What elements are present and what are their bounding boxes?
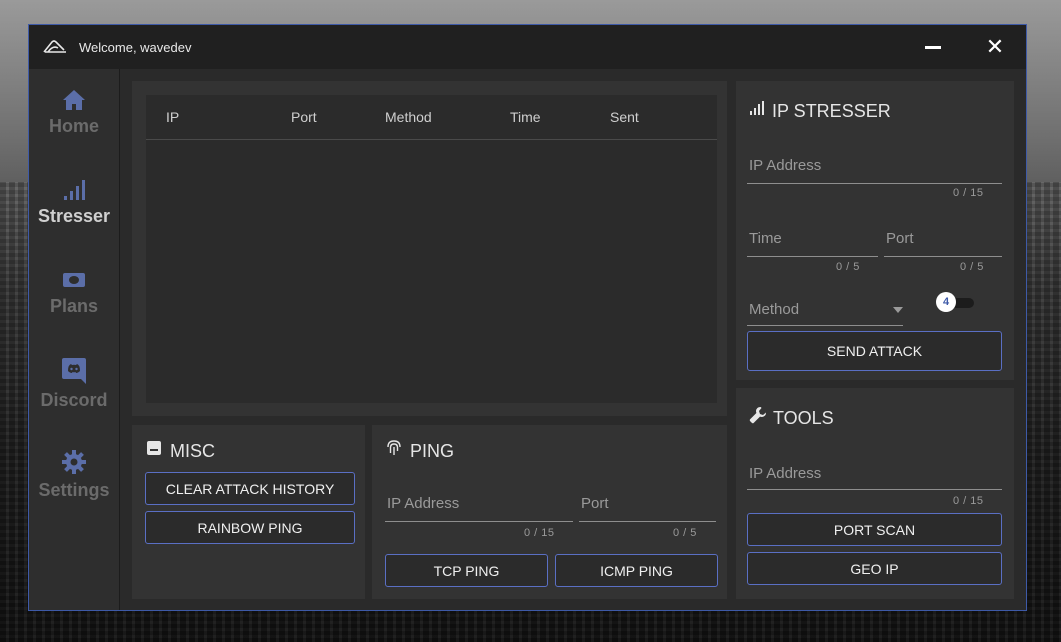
port-scan-button[interactable]: PORT SCAN — [747, 513, 1002, 546]
window-title: Welcome, wavedev — [79, 40, 192, 55]
misc-title: MISC — [170, 441, 215, 461]
sidebar-item-label: Home — [48, 116, 99, 136]
input-placeholder: IP Address — [387, 495, 460, 512]
icmp-ping-button[interactable]: ICMP PING — [555, 554, 718, 587]
stresser-ip-counter: 0 / 15 — [953, 187, 984, 199]
sidebar-item-discord[interactable]: Discord — [29, 357, 119, 411]
app-window: Welcome, wavedev ✕ Home Stresser Plans D… — [28, 24, 1027, 611]
close-button[interactable]: ✕ — [980, 33, 1010, 61]
sidebar-item-stresser[interactable]: Stresser — [29, 179, 119, 227]
clear-attack-history-button[interactable]: CLEAR ATTACK HISTORY — [145, 472, 355, 505]
ping-title: PING — [410, 441, 455, 461]
ping-panel: PING IP Address 0 / 15 Port 0 / 5 TCP PI… — [372, 425, 727, 599]
column-header-port[interactable]: Port — [291, 109, 317, 125]
stresser-port-counter: 0 / 5 — [960, 261, 984, 273]
signal-bars-icon — [750, 101, 764, 115]
geo-ip-button[interactable]: GEO IP — [747, 552, 1002, 585]
table-body — [146, 140, 717, 403]
column-header-ip[interactable]: IP — [166, 109, 179, 125]
attack-history-table: IP Port Method Time Sent — [146, 95, 717, 403]
rainbow-ping-button[interactable]: RAINBOW PING — [145, 511, 355, 544]
minimize-button[interactable] — [918, 33, 948, 61]
archive-icon — [147, 441, 161, 455]
history-panel: IP Port Method Time Sent — [132, 81, 727, 416]
select-placeholder: Method — [749, 301, 800, 318]
ping-port-counter: 0 / 5 — [673, 527, 697, 539]
toggle-knob: 4 — [936, 292, 956, 312]
sidebar-item-label: Plans — [49, 296, 99, 316]
column-header-sent[interactable]: Sent — [610, 109, 639, 125]
stresser-ip-input[interactable]: IP Address — [747, 155, 1002, 184]
minimize-icon — [925, 45, 941, 49]
sidebar-item-settings[interactable]: Settings — [29, 449, 119, 501]
send-attack-button[interactable]: SEND ATTACK — [747, 331, 1002, 371]
title-bar[interactable]: Welcome, wavedev ✕ — [29, 25, 1026, 69]
signal-bars-icon — [64, 180, 85, 200]
column-header-method[interactable]: Method — [385, 109, 432, 125]
ticket-icon — [63, 273, 85, 287]
input-placeholder: IP Address — [749, 465, 822, 482]
stresser-title: IP STRESSER — [772, 101, 891, 121]
sidebar-item-home[interactable]: Home — [29, 89, 119, 137]
tools-title: TOOLS — [773, 408, 834, 428]
sidebar-item-label: Settings — [38, 480, 110, 500]
method-toggle[interactable]: 4 — [936, 292, 976, 314]
sidebar-item-label: Stresser — [37, 206, 111, 226]
input-placeholder: Time — [749, 230, 782, 247]
stresser-port-input[interactable]: Port — [884, 228, 1002, 257]
gear-icon — [62, 450, 86, 474]
input-placeholder: IP Address — [749, 157, 822, 174]
method-select[interactable]: Method — [747, 297, 903, 326]
stresser-time-input[interactable]: Time — [747, 228, 878, 257]
stresser-panel: IP STRESSER IP Address 0 / 15 Time 0 / 5… — [736, 81, 1014, 380]
stresser-time-counter: 0 / 5 — [836, 261, 860, 273]
sidebar-item-label: Discord — [40, 390, 108, 410]
ping-ip-counter: 0 / 15 — [524, 527, 555, 539]
fingerprint-icon — [387, 440, 401, 455]
input-placeholder: Port — [581, 495, 609, 512]
sidebar: Home Stresser Plans Discord Settings — [29, 69, 120, 610]
tools-ip-counter: 0 / 15 — [953, 495, 984, 507]
wrench-icon — [749, 407, 766, 424]
chevron-down-icon — [893, 307, 903, 313]
ping-port-input[interactable]: Port — [579, 491, 716, 522]
wave-logo-icon — [43, 40, 66, 53]
sidebar-item-plans[interactable]: Plans — [29, 269, 119, 317]
misc-panel: MISC CLEAR ATTACK HISTORY RAINBOW PING — [132, 425, 365, 599]
home-icon — [63, 90, 85, 110]
column-header-time[interactable]: Time — [510, 109, 541, 125]
discord-icon — [62, 358, 86, 384]
table-header: IP Port Method Time Sent — [146, 95, 717, 140]
input-placeholder: Port — [886, 230, 914, 247]
ping-ip-input[interactable]: IP Address — [385, 491, 573, 522]
tools-panel: TOOLS IP Address 0 / 15 PORT SCAN GEO IP — [736, 388, 1014, 599]
tools-ip-input[interactable]: IP Address — [747, 463, 1002, 490]
tcp-ping-button[interactable]: TCP PING — [385, 554, 548, 587]
